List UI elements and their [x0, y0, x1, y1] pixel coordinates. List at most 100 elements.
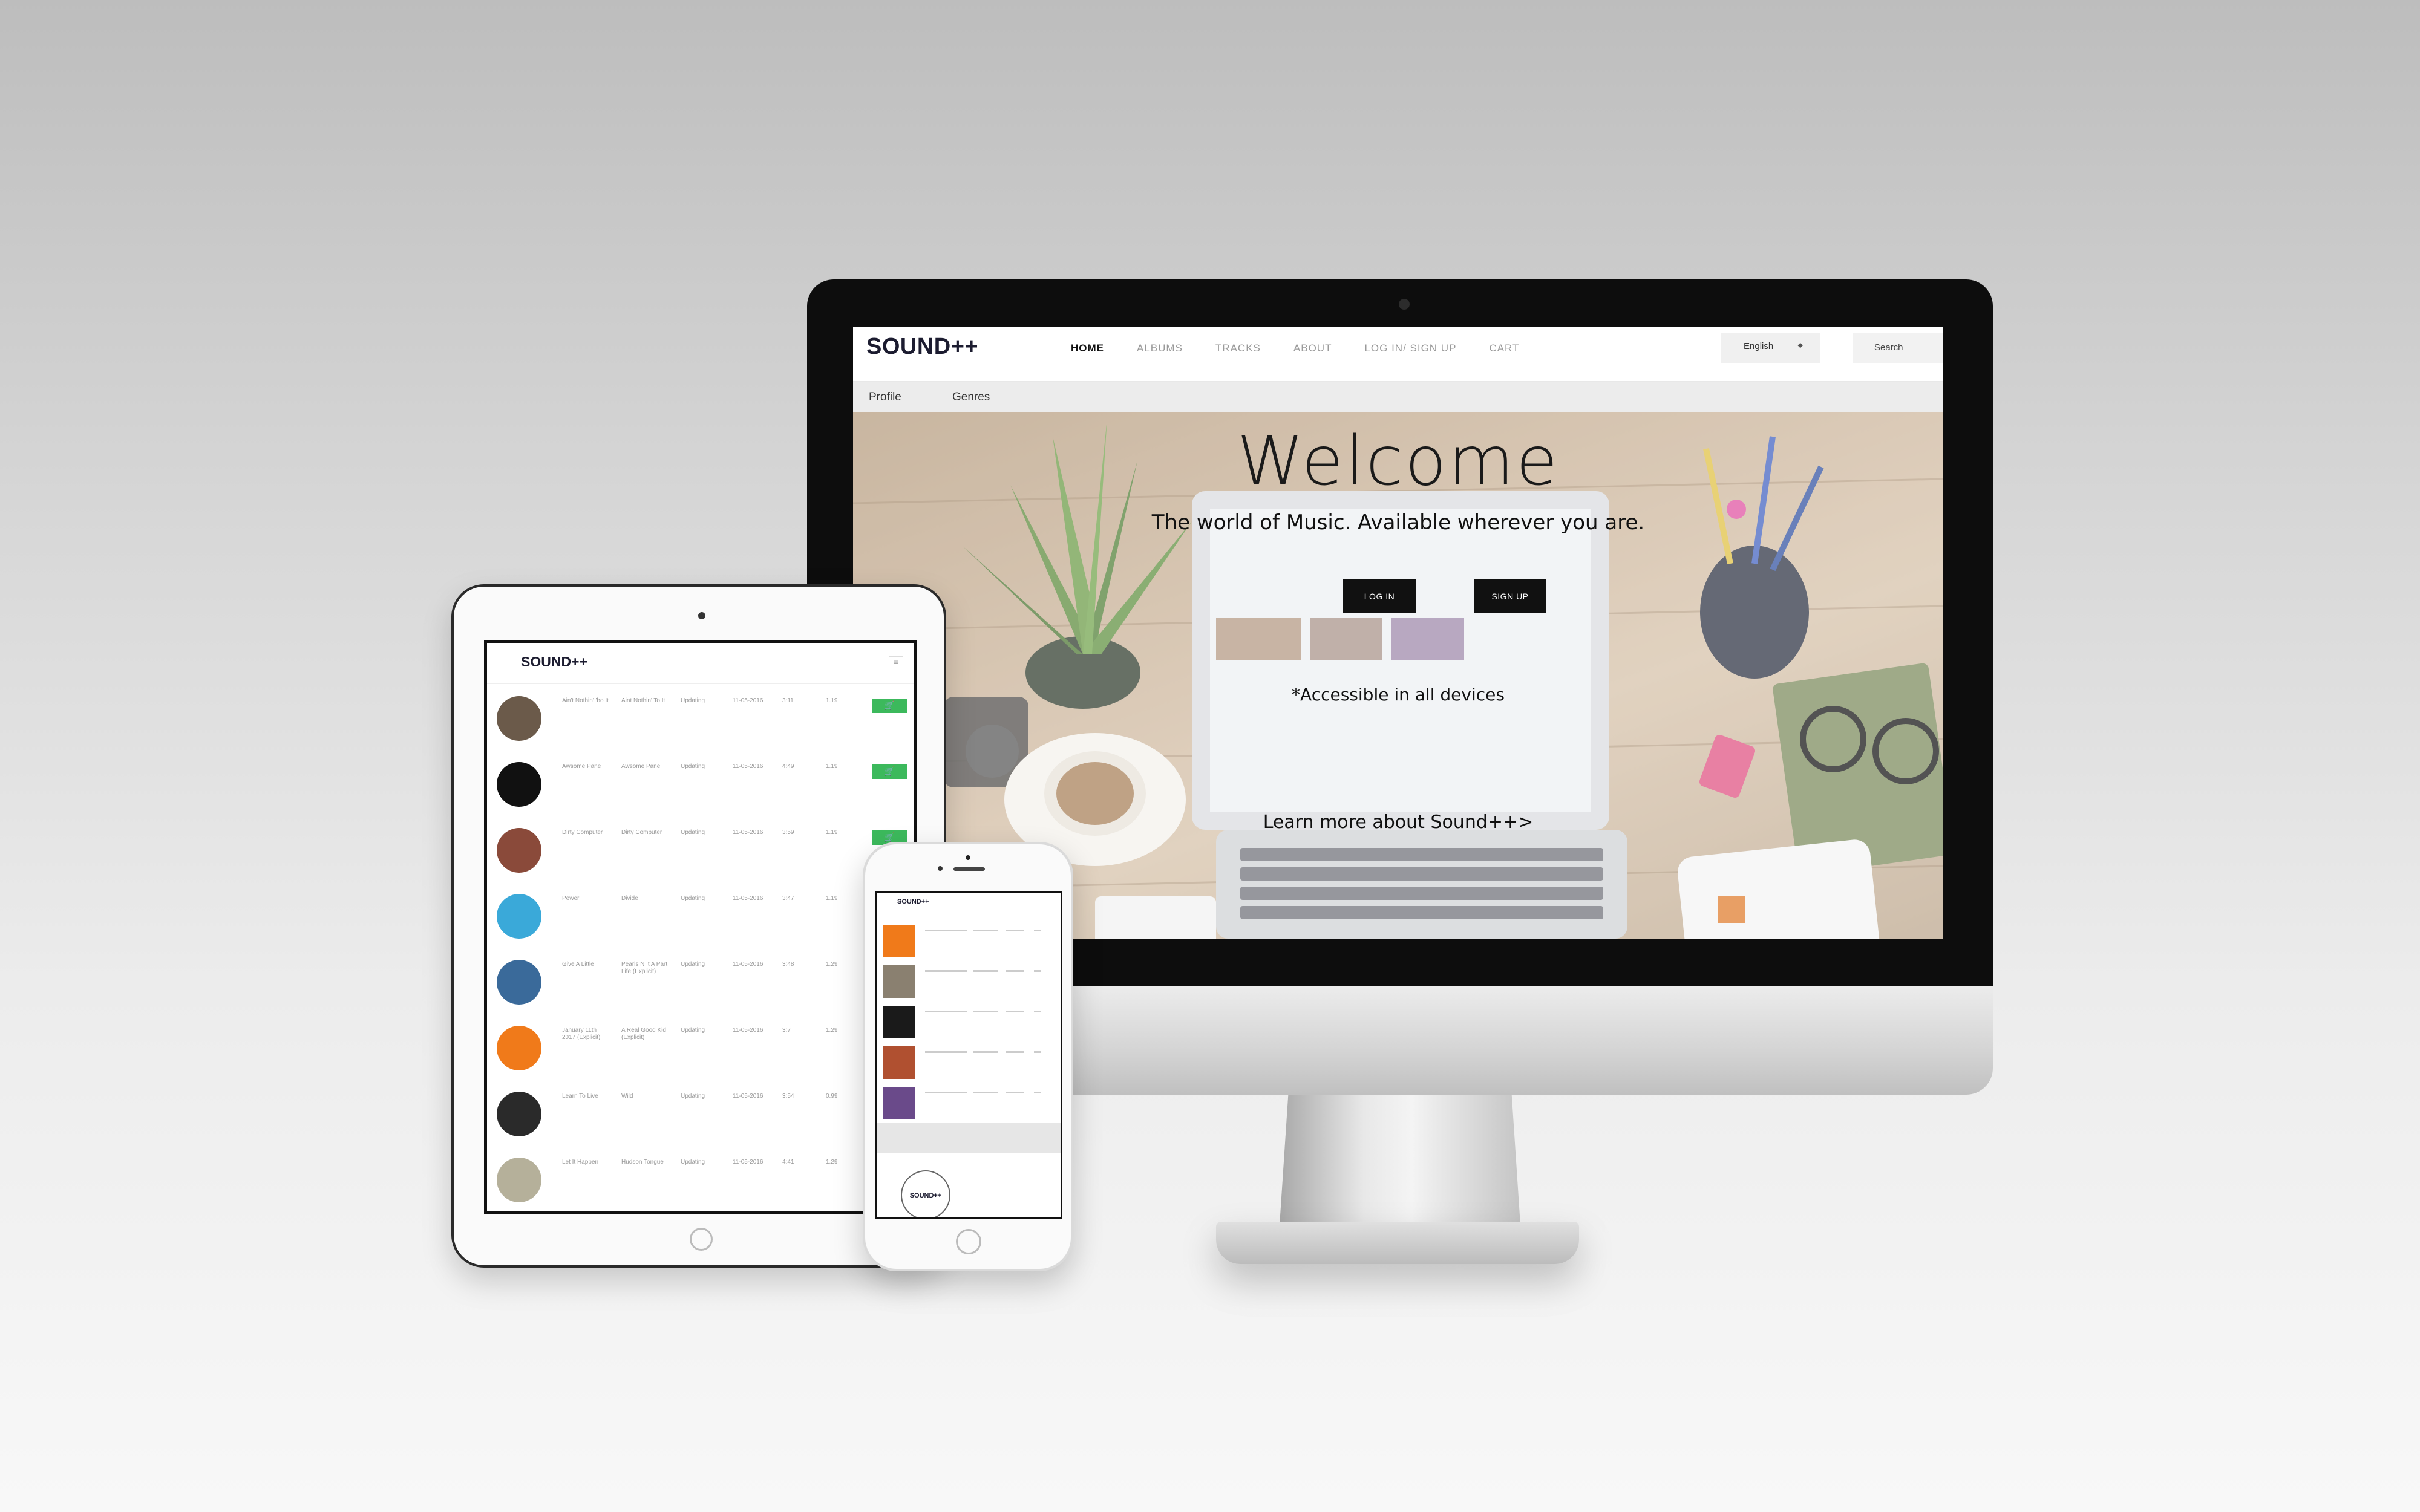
track-status: Updating — [681, 895, 705, 902]
track-price: 1.19 — [826, 697, 838, 704]
track-duration: 3:47 — [782, 895, 794, 902]
search-input[interactable]: Search — [1853, 333, 1943, 363]
track-album: Divide — [621, 895, 638, 902]
iphone-row-text — [1006, 1051, 1024, 1053]
hero-subtitle: The world of Music. Available wherever y… — [1151, 510, 1645, 535]
track-album: Hudson Tongue — [621, 1159, 664, 1165]
signup-button[interactable]: SIGN UP — [1474, 579, 1546, 613]
add-to-cart-button[interactable]: 🛒 — [872, 764, 907, 779]
track-date: 11-05-2016 — [733, 1093, 764, 1100]
add-to-cart-button[interactable]: 🛒 — [872, 699, 907, 713]
iphone-row-text — [925, 970, 967, 972]
hamburger-menu-icon[interactable]: ≡ — [889, 656, 903, 668]
iphone-sensor — [938, 866, 943, 871]
nav-home[interactable]: HOME — [1071, 342, 1104, 354]
language-select[interactable]: English ◆ — [1721, 333, 1820, 363]
subnav-genres[interactable]: Genres — [952, 391, 990, 404]
nav-albums[interactable]: ALBUMS — [1137, 342, 1183, 354]
iphone-row-text — [973, 930, 998, 931]
track-date: 11-05-2016 — [733, 697, 764, 704]
track-row[interactable]: Ain't Nothin' 'bo It Aint Nothin' To It Up… — [487, 684, 914, 750]
iphone-row-text — [1006, 1011, 1024, 1012]
track-row[interactable]: Learn To Live Wild Updating 11-05-2016 3:54 0… — [487, 1080, 914, 1145]
track-title: Give A Little — [562, 961, 594, 968]
track-duration: 4:49 — [782, 763, 794, 770]
track-album: A Real Good Kid (Explicit) — [621, 1027, 666, 1041]
iphone-row-text — [1034, 930, 1041, 931]
nav-tracks[interactable]: TRACKS — [1215, 342, 1261, 354]
track-status: Updating — [681, 1159, 705, 1165]
album-art-avatar — [497, 828, 541, 873]
top-navbar: SOUND++ HOME ALBUMS TRACKS ABOUT LOG IN/… — [853, 327, 1943, 382]
track-row[interactable]: Give A Little Pearls N It A Part Life (Ex… — [487, 948, 914, 1014]
track-duration: 3:7 — [782, 1027, 791, 1034]
track-title: Learn To Live — [562, 1093, 598, 1100]
iphone-row-text — [973, 1011, 998, 1012]
iphone-row-text — [925, 1051, 967, 1053]
track-duration: 3:11 — [782, 697, 794, 704]
album-art-avatar — [497, 1026, 541, 1070]
track-price: 0.99 — [826, 1093, 838, 1100]
login-button[interactable]: LOG IN — [1343, 579, 1416, 613]
iphone-album-thumb — [883, 1046, 915, 1079]
ipad-logo[interactable]: SOUND++ — [521, 654, 587, 670]
album-art-avatar — [497, 1158, 541, 1202]
ipad-home-button — [690, 1228, 713, 1251]
iphone-row-text — [1034, 1092, 1041, 1093]
track-album: Pearls N It A Part Life (Explicit) — [621, 961, 668, 975]
subnav-profile[interactable]: Profile — [869, 391, 901, 404]
iphone-row-text — [973, 970, 998, 972]
iphone-pagination-bar — [877, 1123, 1061, 1153]
track-title: Let It Happen — [562, 1159, 599, 1165]
iphone-device: SOUND++ SOUND++ — [863, 842, 1073, 1271]
track-row[interactable]: Pewer Divide Updating 11-05-2016 3:47 1.19 — [487, 882, 914, 948]
iphone-track-row[interactable] — [877, 1044, 1061, 1085]
nav-cart[interactable]: CART — [1489, 342, 1519, 354]
track-duration: 3:59 — [782, 829, 794, 836]
ipad-camera — [698, 612, 705, 619]
album-art-avatar — [497, 960, 541, 1005]
iphone-track-row[interactable] — [877, 1003, 1061, 1044]
iphone-album-thumb — [883, 1006, 915, 1038]
track-date: 11-05-2016 — [733, 829, 764, 836]
sub-navbar: Profile Genres — [853, 382, 1943, 412]
track-status: Updating — [681, 961, 705, 968]
track-price: 1.29 — [826, 961, 838, 968]
track-title: January 11th 2017 (Explicit) — [562, 1027, 601, 1041]
site-logo[interactable]: SOUND++ — [866, 334, 978, 360]
track-row[interactable]: January 11th 2017 (Explicit) A Real Good … — [487, 1014, 914, 1080]
nav-about[interactable]: ABOUT — [1293, 342, 1332, 354]
track-row[interactable]: Let It Happen Hudson Tongue Updating 11-05-… — [487, 1145, 914, 1211]
imac-camera — [1399, 299, 1410, 310]
iphone-row-text — [1006, 970, 1024, 972]
iphone-album-thumb — [883, 1087, 915, 1119]
iphone-row-text — [925, 1011, 967, 1012]
track-row[interactable]: Dirty Computer Dirty Computer Updating 11-0… — [487, 816, 914, 882]
track-album: Aint Nothin' To It — [621, 697, 666, 704]
track-status: Updating — [681, 1027, 705, 1034]
track-list: Ain't Nothin' 'bo It Aint Nothin' To It Up… — [487, 684, 914, 1211]
nav-login-signup[interactable]: LOG IN/ SIGN UP — [1364, 342, 1456, 354]
track-status: Updating — [681, 697, 705, 704]
track-row[interactable]: Awsome Pane Awsome Pane Updating 11-05-2016… — [487, 750, 914, 816]
track-price: 1.19 — [826, 829, 838, 836]
iphone-logo[interactable]: SOUND++ — [897, 898, 929, 905]
track-status: Updating — [681, 1093, 705, 1100]
iphone-track-row[interactable] — [877, 1084, 1061, 1126]
hero-title: Welcome — [1237, 422, 1560, 501]
track-price: 1.29 — [826, 1027, 838, 1034]
track-duration: 3:54 — [782, 1093, 794, 1100]
track-status: Updating — [681, 829, 705, 836]
learn-more-link[interactable]: Learn more about Sound++> — [853, 812, 1943, 833]
track-status: Updating — [681, 763, 705, 770]
iphone-track-row[interactable] — [877, 922, 1061, 963]
track-price: 1.19 — [826, 895, 838, 902]
iphone-track-row[interactable] — [877, 963, 1061, 1004]
track-album: Awsome Pane — [621, 763, 661, 770]
iphone-row-text — [973, 1051, 998, 1053]
iphone-camera — [966, 855, 970, 860]
track-date: 11-05-2016 — [733, 961, 764, 968]
iphone-album-thumb — [883, 925, 915, 957]
track-title: Pewer — [562, 895, 580, 902]
album-art-avatar — [497, 696, 541, 741]
